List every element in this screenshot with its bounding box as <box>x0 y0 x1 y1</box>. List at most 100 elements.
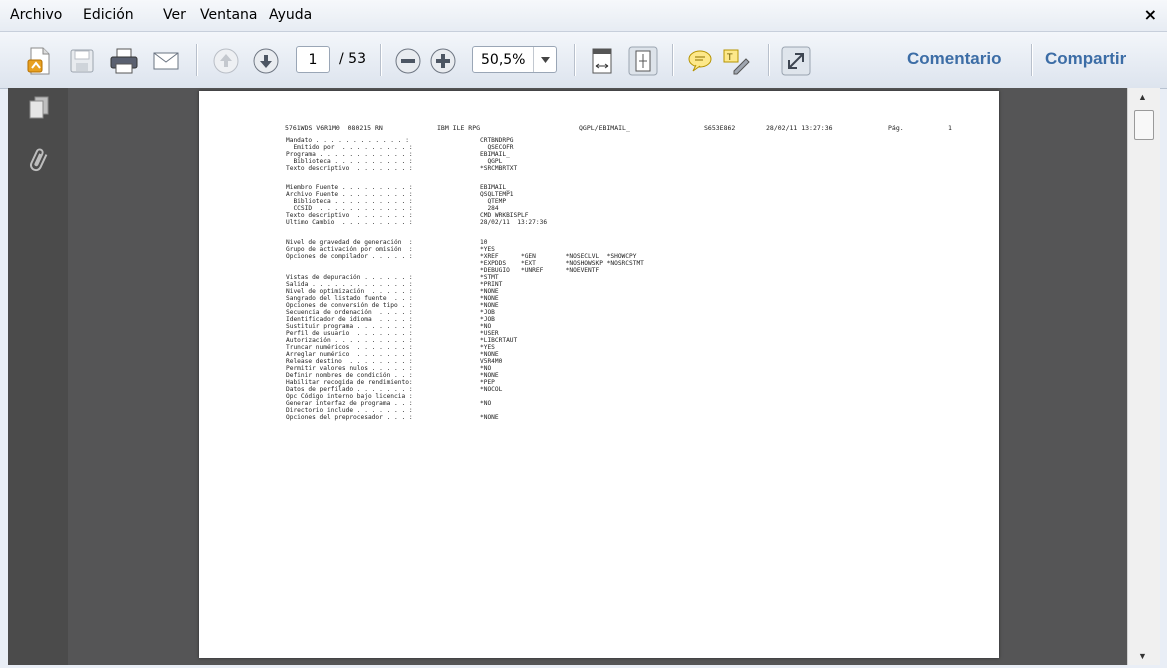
listing-value: *JOB <box>480 309 495 316</box>
listing-row: *EXPDDS *EXT *NOSHOWSKP *NOSRCSTMT <box>286 260 644 267</box>
listing-row: Texto descriptivo . . . . . . . : *SRCMBR… <box>286 165 517 172</box>
listing-row: Perfil de usuario . . . . . . . : *USER <box>286 330 499 337</box>
listing-value: *PEP <box>480 379 495 386</box>
document-viewport[interactable]: 5761WDS V6R1M0 080215 RN IBM ILE RPG QGP… <box>68 88 1127 665</box>
listing-value: *EXPDDS *EXT *NOSHOWSKP *NOSRCSTMT <box>480 260 644 267</box>
listing-row: Salida . . . . . . . . . . . . . : *PRINT <box>286 281 502 288</box>
listing-label: CCSID . . . . . . . . . . . . : <box>286 205 413 212</box>
listing-label: Sustituir programa . . . . . . . : <box>286 323 413 330</box>
menu-edicion[interactable]: Edición <box>83 7 134 23</box>
listing-row: Nivel de optimización . . . . . : *NONE <box>286 288 499 295</box>
page-number-input[interactable]: 1 <box>296 46 330 73</box>
compile-info-block: Mandato . . . . . . . . . . . . : CRTBNDR… <box>286 137 517 172</box>
listing-label: Perfil de usuario . . . . . . . : <box>286 330 413 337</box>
listing-value: CMD WRKBISPLF <box>480 212 529 219</box>
email-icon[interactable] <box>148 44 184 78</box>
save-icon[interactable] <box>64 44 100 78</box>
listing-label: Generar interfaz de programa . . : <box>286 400 413 407</box>
source-info-block: Miembro Fuente . . . . . . . . . : EBIMAI… <box>286 184 547 226</box>
listing-value: *LIBCRTAUT <box>480 337 518 344</box>
fit-width-icon[interactable] <box>584 44 620 78</box>
listing-label: Sangrado del listado fuente . . : <box>286 295 413 302</box>
listing-label: Opc Código interno bajo licencia : <box>286 393 413 400</box>
scroll-thumb[interactable] <box>1134 110 1154 140</box>
listing-value: *USER <box>480 330 499 337</box>
pdf-page: 5761WDS V6R1M0 080215 RN IBM ILE RPG QGP… <box>199 91 999 658</box>
listing-row: Sustituir programa . . . . . . . : *NO <box>286 323 491 330</box>
zoom-select[interactable]: 50,5% <box>472 46 557 73</box>
comentario-button[interactable]: Comentario <box>907 49 1001 69</box>
listing-value: *NONE <box>480 302 499 309</box>
navigation-panel <box>8 88 68 665</box>
fit-page-icon[interactable] <box>625 44 661 78</box>
menu-ver[interactable]: Ver <box>163 7 186 23</box>
doc-header-serial: S653E862 <box>704 124 736 132</box>
listing-value: *XREF *GEN *NOSECLVL *SHOWCPY <box>480 253 637 260</box>
zoom-out-icon[interactable] <box>390 44 426 78</box>
menu-ventana[interactable]: Ventana <box>200 7 258 23</box>
listing-value: QSQLTEMP1 <box>480 191 514 198</box>
listing-row: Mandato . . . . . . . . . . . . : CRTBNDR… <box>286 137 514 144</box>
listing-label: Release destino . . . . . . . . : <box>286 358 413 365</box>
full-screen-icon[interactable] <box>778 44 814 78</box>
listing-row: Miembro Fuente . . . . . . . . . : EBIMAI… <box>286 184 510 191</box>
listing-label: Biblioteca . . . . . . . . . . : <box>286 158 413 165</box>
toolbar-separator <box>1031 44 1033 76</box>
listing-label: Opciones del preprocesador . . . : <box>286 414 413 421</box>
toolbar-separator <box>672 44 674 76</box>
highlight-icon[interactable]: T <box>718 44 754 78</box>
listing-row: CCSID . . . . . . . . . . . . : 284 <box>286 205 498 212</box>
zoom-value: 50,5% <box>481 51 526 68</box>
listing-label: Nivel de optimización . . . . . : <box>286 288 413 295</box>
listing-row: Release destino . . . . . . . . : V5R4M0 <box>286 358 502 365</box>
doc-header-datetime: 28/02/11 13:27:36 <box>766 124 833 132</box>
listing-label: Programa . . . . . . . . . . . . : <box>286 151 413 158</box>
listing-value: *NO <box>480 400 492 407</box>
chevron-down-icon[interactable] <box>533 47 556 72</box>
listing-value: *NO <box>480 323 492 330</box>
compartir-button[interactable]: Compartir <box>1045 49 1126 69</box>
listing-label: Truncar numéricos . . . . . . . : <box>286 344 413 351</box>
listing-label: Permitir valores nulos . . . . . : <box>286 365 413 372</box>
menu-ayuda[interactable]: Ayuda <box>269 7 312 23</box>
svg-text:T: T <box>726 53 733 63</box>
previous-page-icon[interactable] <box>208 44 244 78</box>
next-page-icon[interactable] <box>248 44 284 78</box>
listing-row: Generar interfaz de programa . . : *NO <box>286 400 491 407</box>
listing-row: Definir nombres de condición . . : *NONE <box>286 372 499 379</box>
listing-row: Arreglar numérico . . . . . . . : *NONE <box>286 351 499 358</box>
listing-value: 10 <box>480 239 488 246</box>
comment-icon[interactable] <box>682 44 718 78</box>
listing-row: Permitir valores nulos . . . . . : *NO <box>286 365 491 372</box>
doc-header-object: QGPL/EBIMAIL_ <box>579 124 630 132</box>
listing-label: Texto descriptivo . . . . . . . : <box>286 165 413 172</box>
listing-value: 28/02/11 13:27:36 <box>480 219 548 226</box>
vertical-scrollbar[interactable]: ▲ ▼ <box>1127 88 1160 665</box>
scroll-down-icon[interactable]: ▼ <box>1138 651 1147 661</box>
toolbar-separator <box>768 44 770 76</box>
close-document-button[interactable]: × <box>1144 5 1157 24</box>
listing-label: Salida . . . . . . . . . . . . . : <box>286 281 413 288</box>
listing-row: Autorización . . . . . . . . . . : *LIBCR… <box>286 337 517 344</box>
create-pdf-icon[interactable] <box>22 44 58 78</box>
listing-label: Opciones de compilador . . . . . : <box>286 253 413 260</box>
listing-label: Nivel de gravedad de generación : <box>286 239 413 246</box>
zoom-in-icon[interactable] <box>425 44 461 78</box>
listing-label: Directorio include . . . . . . . : <box>286 407 413 414</box>
listing-row: Programa . . . . . . . . . . . . : EBIMAI… <box>286 151 510 158</box>
listing-label: Ultimo Cambio . . . . . . . . . : <box>286 219 413 226</box>
pages-icon[interactable] <box>28 96 50 125</box>
listing-row: Emitido por . . . . . . . . . : QSECOFR <box>286 144 513 151</box>
doc-header-page-label: Pág. <box>888 124 904 132</box>
attachments-icon[interactable] <box>28 146 50 181</box>
listing-row: Ultimo Cambio . . . . . . . . . : 28/02/1… <box>286 219 547 226</box>
listing-value: QGPL <box>480 158 503 165</box>
listing-row: Archivo Fuente . . . . . . . . . : QSQLTE… <box>286 191 514 198</box>
listing-label: Autorización . . . . . . . . . . : <box>286 337 413 344</box>
listing-row: Grupo de activación por omisión : *YES <box>286 246 495 253</box>
menu-archivo[interactable]: Archivo <box>10 7 62 23</box>
listing-label: Secuencia de ordenación . . . . : <box>286 309 413 316</box>
listing-value: QTEMP <box>480 198 507 205</box>
print-icon[interactable] <box>106 44 142 78</box>
scroll-up-icon[interactable]: ▲ <box>1138 92 1147 102</box>
